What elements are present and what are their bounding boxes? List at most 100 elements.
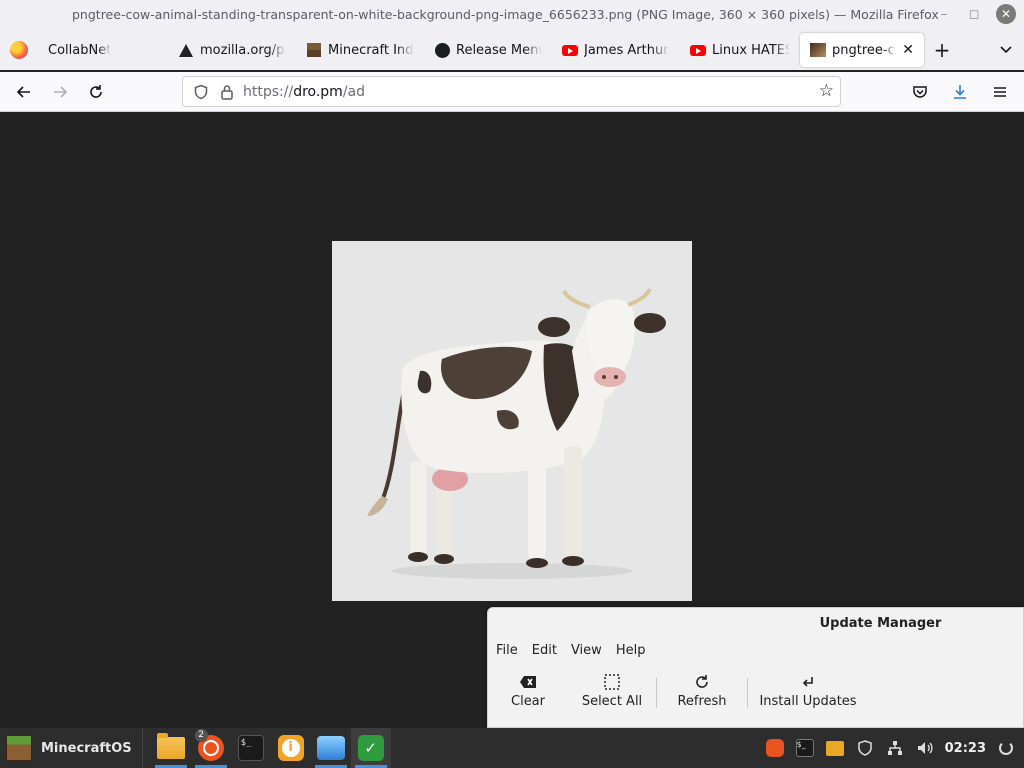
tab-pngtree-cow[interactable]: pngtree-cow ✕ bbox=[800, 33, 924, 67]
github-icon bbox=[434, 42, 450, 58]
tab-label: Linux HATES M bbox=[712, 42, 790, 58]
tab-mozilla[interactable]: mozilla.org/pr bbox=[168, 33, 296, 67]
backspace-icon bbox=[519, 670, 537, 694]
clear-label: Clear bbox=[511, 694, 545, 709]
tab-james-arthur[interactable]: James Arthur bbox=[552, 33, 680, 67]
start-label: MinecraftOS bbox=[41, 740, 132, 756]
window-controls: – ◻ ✕ bbox=[936, 4, 1016, 24]
tab-strip: CollabNet mozilla.org/pr Minecraft Inde … bbox=[0, 30, 1024, 70]
bookmark-star-icon[interactable]: ☆ bbox=[819, 81, 834, 101]
system-tray: $_ 02:23 bbox=[765, 738, 1024, 758]
youtube-icon bbox=[562, 42, 578, 58]
tray-update-shield[interactable] bbox=[855, 738, 875, 758]
download-icon bbox=[954, 85, 966, 99]
firefox-logo-icon bbox=[10, 41, 28, 59]
tab-label: Release Menu bbox=[456, 42, 542, 58]
new-tab-button[interactable]: + bbox=[924, 38, 960, 62]
shield-tray-icon bbox=[857, 740, 872, 756]
terminal-tray-icon: $_ bbox=[795, 739, 814, 757]
clock[interactable]: 02:23 bbox=[945, 741, 986, 756]
navigation-toolbar: https://dro.pm/ad ☆ bbox=[0, 72, 1024, 112]
tab-release-menu[interactable]: Release Menu bbox=[424, 33, 552, 67]
minimize-icon[interactable]: – bbox=[936, 7, 952, 22]
tray-ubuntu[interactable] bbox=[765, 738, 785, 758]
menu-file[interactable]: File bbox=[496, 643, 518, 658]
pocket-button[interactable] bbox=[902, 76, 938, 108]
window-titlebar: pngtree-cow-animal-standing-transparent-… bbox=[0, 0, 1024, 30]
install-updates-button[interactable]: Install Updates bbox=[748, 670, 868, 709]
downloads-button[interactable] bbox=[942, 76, 978, 108]
tab-minecraft[interactable]: Minecraft Inde bbox=[296, 33, 424, 67]
minecraft-icon bbox=[306, 42, 322, 58]
warning-icon bbox=[178, 42, 194, 58]
url-bar[interactable]: https://dro.pm/ad ☆ bbox=[182, 76, 841, 107]
back-arrow-icon bbox=[16, 85, 30, 98]
tray-network[interactable] bbox=[885, 738, 905, 758]
select-all-label: Select All bbox=[581, 694, 643, 709]
select-all-button[interactable]: Select All bbox=[568, 670, 656, 709]
folder-tray-icon bbox=[825, 740, 844, 756]
tab-label: Minecraft Inde bbox=[328, 42, 414, 58]
reload-icon bbox=[90, 84, 102, 98]
clear-button[interactable]: Clear bbox=[488, 670, 568, 709]
minecraft-block-icon bbox=[6, 735, 32, 761]
close-tab-icon[interactable]: ✕ bbox=[902, 42, 914, 58]
power-icon bbox=[999, 741, 1013, 755]
url-text[interactable]: https://dro.pm/ad bbox=[243, 84, 365, 100]
lock-icon[interactable] bbox=[217, 82, 237, 102]
menu-help[interactable]: Help bbox=[616, 643, 646, 658]
tray-terminal[interactable]: $_ bbox=[795, 738, 815, 758]
taskbar-screen[interactable] bbox=[311, 728, 351, 768]
chevron-down-icon bbox=[1000, 45, 1012, 53]
tab-label: CollabNet bbox=[48, 42, 112, 58]
terminal-icon: $_ bbox=[237, 735, 264, 761]
taskbar-update-manager[interactable]: ✓ bbox=[350, 728, 391, 768]
select-all-icon bbox=[604, 670, 620, 694]
refresh-icon bbox=[694, 670, 710, 694]
window-title: pngtree-cow-animal-standing-transparent-… bbox=[72, 7, 939, 22]
forward-button[interactable] bbox=[42, 76, 78, 108]
tracking-protection-shield-icon[interactable] bbox=[191, 82, 211, 102]
tray-power[interactable] bbox=[996, 738, 1016, 758]
url-scheme: https:// bbox=[243, 83, 294, 100]
refresh-button[interactable]: Refresh bbox=[657, 670, 747, 709]
info-icon bbox=[277, 735, 304, 761]
taskbar-terminal[interactable]: $_ bbox=[231, 728, 271, 768]
menu-view[interactable]: View bbox=[571, 643, 602, 658]
maximize-icon[interactable]: ◻ bbox=[966, 7, 982, 22]
display-icon bbox=[316, 736, 345, 760]
url-path: /ad bbox=[342, 83, 366, 100]
taskbar-info[interactable] bbox=[271, 728, 311, 768]
list-all-tabs-button[interactable] bbox=[988, 42, 1024, 59]
url-host: dro.pm bbox=[293, 83, 343, 100]
cow-illustration bbox=[367, 287, 666, 579]
start-menu-button[interactable]: MinecraftOS bbox=[0, 728, 143, 768]
taskbar-files[interactable] bbox=[151, 728, 191, 768]
taskbar-firefox-ubuntu[interactable]: 2 bbox=[191, 728, 231, 768]
window-count-badge: 2 bbox=[194, 729, 208, 742]
hamburger-menu-icon bbox=[994, 87, 1006, 97]
tray-volume[interactable] bbox=[915, 738, 935, 758]
update-manager-title: Update Manager bbox=[819, 616, 942, 631]
update-manager-toolbar: Clear Select All Refresh Install Updates bbox=[488, 670, 868, 709]
install-updates-label: Install Updates bbox=[759, 694, 857, 709]
tab-label: James Arthur bbox=[584, 42, 669, 58]
network-icon bbox=[887, 741, 902, 755]
youtube-icon bbox=[690, 42, 706, 58]
plus-icon: + bbox=[933, 38, 951, 62]
menu-edit[interactable]: Edit bbox=[532, 643, 557, 658]
cow-image[interactable] bbox=[332, 241, 692, 601]
app-menu-button[interactable] bbox=[982, 76, 1018, 108]
tab-linux-hates[interactable]: Linux HATES M bbox=[680, 33, 800, 67]
firefox-view-button[interactable] bbox=[0, 30, 38, 70]
taskbar-apps: 2 $_ ✓ bbox=[151, 728, 391, 768]
reload-button[interactable] bbox=[78, 76, 114, 108]
back-button[interactable] bbox=[6, 76, 42, 108]
update-manager-window: Update Manager File Edit View Help Clear… bbox=[487, 607, 1024, 728]
tray-files[interactable] bbox=[825, 738, 845, 758]
close-window-icon[interactable]: ✕ bbox=[996, 4, 1016, 24]
folder-icon bbox=[156, 733, 185, 759]
tab-collabnet[interactable]: CollabNet bbox=[38, 33, 168, 67]
toolbar-right bbox=[902, 76, 1018, 108]
forward-arrow-icon bbox=[54, 85, 68, 98]
